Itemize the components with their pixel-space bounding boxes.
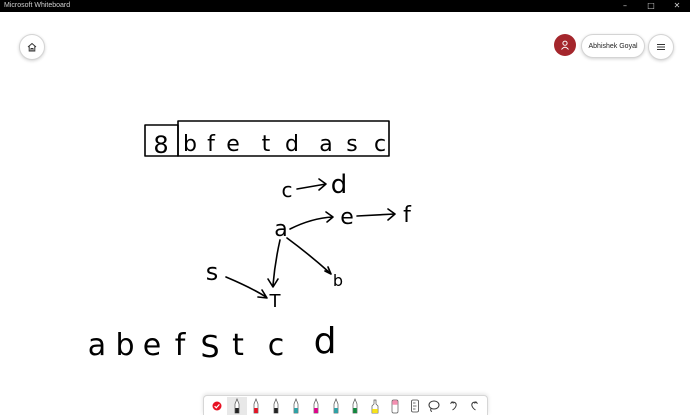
queue-item: c [374, 132, 386, 157]
queue-item: e [226, 132, 240, 157]
queue-item: t [262, 132, 271, 157]
yellow-highlighter-icon [371, 399, 379, 413]
pink-eraser-icon [391, 399, 399, 413]
graph-node-a: a [274, 217, 287, 242]
queue-item: f [207, 132, 216, 157]
green-pen-icon [353, 397, 358, 413]
eraser-tool[interactable] [385, 397, 405, 415]
select-icon [212, 401, 222, 410]
result-item: a [88, 328, 106, 363]
graph-node-b: b [333, 271, 343, 290]
window-title: Microsoft Whiteboard [4, 2, 71, 9]
result-item: c [268, 328, 285, 363]
inking-toolbar [203, 395, 488, 415]
redo-button[interactable] [464, 397, 484, 415]
ruler-tool[interactable] [405, 397, 425, 415]
pink-pen-tool[interactable] [306, 397, 326, 415]
green-pen-tool[interactable] [345, 397, 365, 415]
edge-c-d [296, 178, 327, 191]
boxed-digit: 8 [153, 131, 168, 159]
teal-pen-tool[interactable] [286, 397, 306, 415]
lasso-icon [428, 400, 440, 412]
lasso-tool[interactable] [425, 397, 445, 415]
graph-node-c: c [282, 178, 293, 202]
graph-node-t: T [269, 291, 282, 312]
redo-icon [471, 400, 478, 410]
red-pen-icon [254, 397, 259, 413]
minimize-icon[interactable]: – [612, 0, 638, 12]
graph-node-s: s [206, 258, 219, 286]
red-pen-tool[interactable] [247, 397, 267, 415]
pink-pen-icon [313, 397, 319, 413]
teal-pen-tool-2[interactable] [326, 397, 346, 415]
edge-a-b [286, 237, 332, 275]
queue-item: a [319, 132, 332, 157]
queue-item: d [285, 132, 299, 157]
edge-a-t [267, 239, 281, 288]
ruler-icon [410, 399, 419, 412]
edge-s-t [225, 276, 268, 299]
highlighter-tool[interactable] [365, 397, 385, 415]
whiteboard-canvas[interactable]: 8 b f e t d a s c c d a e f s T b a b e … [0, 12, 690, 395]
edge-e-f [356, 208, 396, 221]
result-item: f [175, 328, 187, 363]
close-icon[interactable]: ✕ [664, 0, 690, 12]
queue-item: s [346, 132, 357, 157]
result-item: e [143, 328, 161, 363]
undo-button[interactable] [444, 397, 464, 415]
result-item: b [115, 328, 134, 363]
black-pen-tool[interactable] [226, 396, 247, 415]
result-item: d [314, 321, 337, 362]
maximize-icon[interactable]: □ [638, 0, 664, 12]
black-pen-icon [234, 397, 240, 413]
teal-pen-icon [293, 397, 299, 413]
result-item: t [232, 328, 244, 363]
select-tool[interactable] [207, 397, 227, 415]
title-bar: Microsoft Whiteboard – □ ✕ [0, 0, 690, 12]
black-pen-tool-2[interactable] [266, 397, 286, 415]
teal-pen-icon [333, 397, 338, 413]
edge-a-e [289, 211, 334, 230]
graph-node-e: e [340, 205, 354, 230]
graph-node-d: d [331, 170, 348, 200]
black-pen-icon [273, 397, 279, 413]
queue-item: b [183, 132, 197, 157]
undo-icon [450, 400, 457, 410]
result-item: S [200, 330, 219, 365]
graph-node-f: f [403, 203, 412, 228]
graph-edges [225, 178, 396, 299]
window-controls: – □ ✕ [612, 0, 690, 12]
